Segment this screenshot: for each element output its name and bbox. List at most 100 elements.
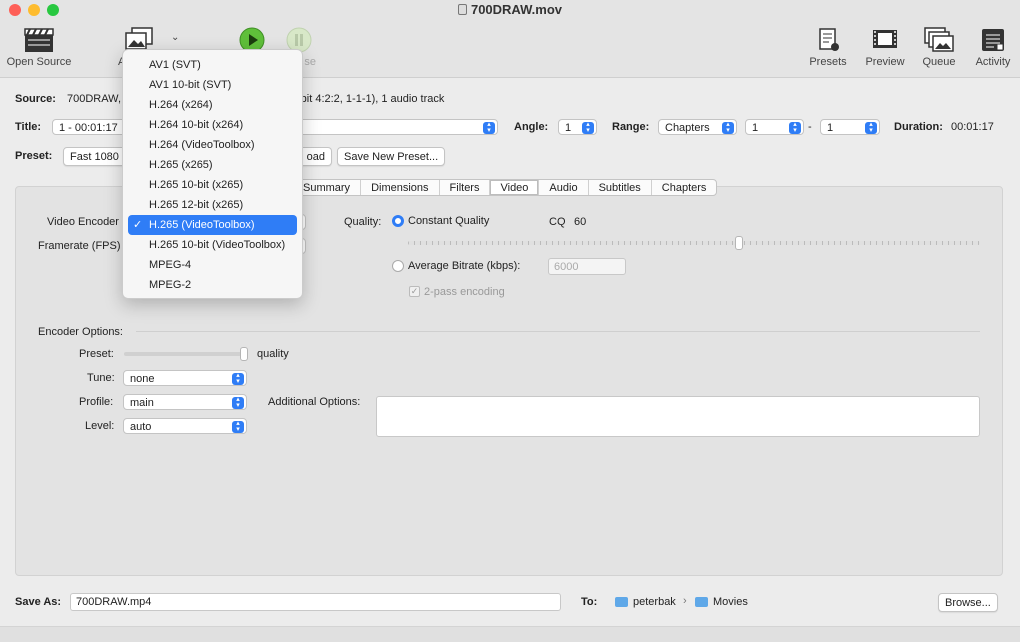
menu-item-label: MPEG-2 <box>149 279 192 291</box>
folder-peterbak[interactable]: peterbak <box>633 596 676 608</box>
menu-item-label: H.265 10-bit (x265) <box>149 179 244 191</box>
presets-icon <box>819 28 839 51</box>
menu-item-label: H.264 (x264) <box>149 99 213 111</box>
level-select[interactable]: auto ▴ ▾ <box>123 418 247 434</box>
angle-value: 1 <box>565 122 572 134</box>
stepper-icon: ▴▾ <box>865 121 877 134</box>
browse-button[interactable]: Browse... <box>938 593 998 612</box>
menu-item-label: H.265 10-bit (VideoToolbox) <box>149 239 286 251</box>
tab-summary[interactable]: Summary <box>293 180 362 195</box>
stepper-icon: ▴▾ <box>232 396 244 409</box>
queue-button[interactable]: Queue <box>918 26 960 68</box>
cq-value: 60 <box>574 216 587 228</box>
presets-label: Presets <box>809 56 847 68</box>
preset-value: Fast 1080 <box>70 151 119 163</box>
menu-item-label: H.265 12-bit (x265) <box>149 199 244 211</box>
profile-label: Profile: <box>79 396 114 408</box>
video-encoder-label: Video Encoder <box>47 216 119 228</box>
menu-item-label: H.265 (x265) <box>149 159 213 171</box>
level-label: Level: <box>85 420 115 432</box>
constant-quality-radio[interactable] <box>392 215 404 227</box>
status-bar <box>0 626 1020 642</box>
open-source-button[interactable]: Open Source <box>4 26 74 68</box>
folder-icon <box>615 597 628 607</box>
cq-label: CQ <box>549 216 566 228</box>
checkmark-icon: ✓ <box>133 219 143 231</box>
save-new-preset-label: Save New Preset... <box>344 151 439 163</box>
browse-label: Browse... <box>945 597 991 609</box>
menu-item-encoder[interactable]: ✓ H.265 (VideoToolbox) <box>128 215 297 235</box>
menu-item-label: AV1 (SVT) <box>149 59 201 71</box>
range-start-select[interactable]: 1 ▴ ▾ <box>745 119 804 135</box>
tab-filters[interactable]: Filters <box>440 180 491 195</box>
cq-slider[interactable] <box>408 236 980 250</box>
tab-audio[interactable]: Audio <box>539 180 589 195</box>
menu-item-encoder[interactable]: H.264 (VideoToolbox) <box>128 135 297 155</box>
source-details: -bit 4:2:2, 1-1-1), 1 audio track <box>297 93 445 105</box>
menu-item-encoder[interactable]: H.265 12-bit (x265) <box>128 195 297 215</box>
encoder-options-divider <box>136 331 980 332</box>
angle-select[interactable]: 1 ▴ ▾ <box>558 119 597 135</box>
save-as-label: Save As: <box>15 596 62 608</box>
chevron-down-icon[interactable]: ⌄ <box>171 32 179 43</box>
tab-dimensions[interactable]: Dimensions <box>361 180 440 195</box>
open-source-label: Open Source <box>6 56 72 68</box>
queue-icon <box>924 27 954 52</box>
menu-item-label: H.265 (VideoToolbox) <box>149 219 255 231</box>
duration-value: 00:01:17 <box>951 121 994 133</box>
range-dash: - <box>808 121 812 133</box>
menu-item-encoder[interactable]: H.265 10-bit (x265) <box>128 175 297 195</box>
encoder-preset-value: quality <box>257 348 289 360</box>
tab-video[interactable]: Video <box>490 180 540 195</box>
cq-slider-track <box>408 241 980 245</box>
menu-item-encoder[interactable]: MPEG-2 <box>128 275 297 295</box>
quality-label: Quality: <box>344 216 382 228</box>
two-pass-checkbox[interactable]: ✓ <box>409 286 420 297</box>
tab-bar: Summary Dimensions Filters Video Audio S… <box>292 179 718 196</box>
stepper-icon: ▴▾ <box>789 121 801 134</box>
menu-item-encoder[interactable]: AV1 10-bit (SVT) <box>128 75 297 95</box>
path-separator: › <box>683 595 687 607</box>
encoder-preset-knob[interactable] <box>240 347 248 361</box>
menu-item-encoder[interactable]: MPEG-4 <box>128 255 297 275</box>
menu-item-encoder[interactable]: AV1 (SVT) <box>128 55 297 75</box>
destination-label: To: <box>581 596 598 608</box>
range-type-select[interactable]: Chapters ▴ ▾ <box>658 119 737 135</box>
encoder-preset-slider[interactable] <box>124 347 248 361</box>
preset-label: Preset: <box>15 150 53 162</box>
range-end-select[interactable]: 1 ▴ ▾ <box>820 119 880 135</box>
two-pass-label: 2-pass encoding <box>424 286 505 298</box>
reload-label: oad <box>306 151 325 163</box>
preview-label: Preview <box>865 56 905 68</box>
framerate-label: Framerate (FPS) <box>38 240 121 252</box>
average-bitrate-radio[interactable] <box>392 260 404 272</box>
save-as-field[interactable]: 700DRAW.mp4 <box>70 593 561 611</box>
menu-item-label: AV1 10-bit (SVT) <box>149 79 232 91</box>
menu-item-encoder[interactable]: H.265 10-bit (VideoToolbox) <box>128 235 297 255</box>
profile-select[interactable]: main ▴ ▾ <box>123 394 247 410</box>
additional-options-field[interactable] <box>376 396 980 437</box>
duration-label: Duration: <box>894 121 943 133</box>
tune-value: none <box>130 373 155 385</box>
bitrate-field[interactable]: 6000 <box>548 258 626 275</box>
stepper-icon: ▴▾ <box>232 420 244 433</box>
tab-chapters[interactable]: Chapters <box>652 180 717 195</box>
cq-slider-knob[interactable] <box>735 236 743 250</box>
additional-options-label: Additional Options: <box>268 396 361 408</box>
source-label: Source: <box>15 93 56 105</box>
encoder-preset-label: Preset: <box>79 348 114 360</box>
tune-select[interactable]: none ▴ ▾ <box>123 370 247 386</box>
save-new-preset-button[interactable]: Save New Preset... <box>337 147 446 166</box>
menu-item-encoder[interactable]: H.265 (x265) <box>128 155 297 175</box>
preview-button[interactable]: Preview <box>860 26 910 68</box>
video-encoder-menu: AV1 (SVT) AV1 10-bit (SVT) H.264 (x264) … <box>122 49 303 299</box>
presets-button[interactable]: Presets <box>804 26 852 68</box>
folder-movies[interactable]: Movies <box>713 596 748 608</box>
menu-item-label: MPEG-4 <box>149 259 192 271</box>
menu-item-encoder[interactable]: H.264 10-bit (x264) <box>128 115 297 135</box>
menu-item-encoder[interactable]: H.264 (x264) <box>128 95 297 115</box>
tab-subtitles[interactable]: Subtitles <box>589 180 652 195</box>
activity-button[interactable]: Activity <box>970 26 1016 68</box>
average-bitrate-label: Average Bitrate (kbps): <box>408 260 521 272</box>
stepper-icon: ▴▾ <box>483 121 495 134</box>
